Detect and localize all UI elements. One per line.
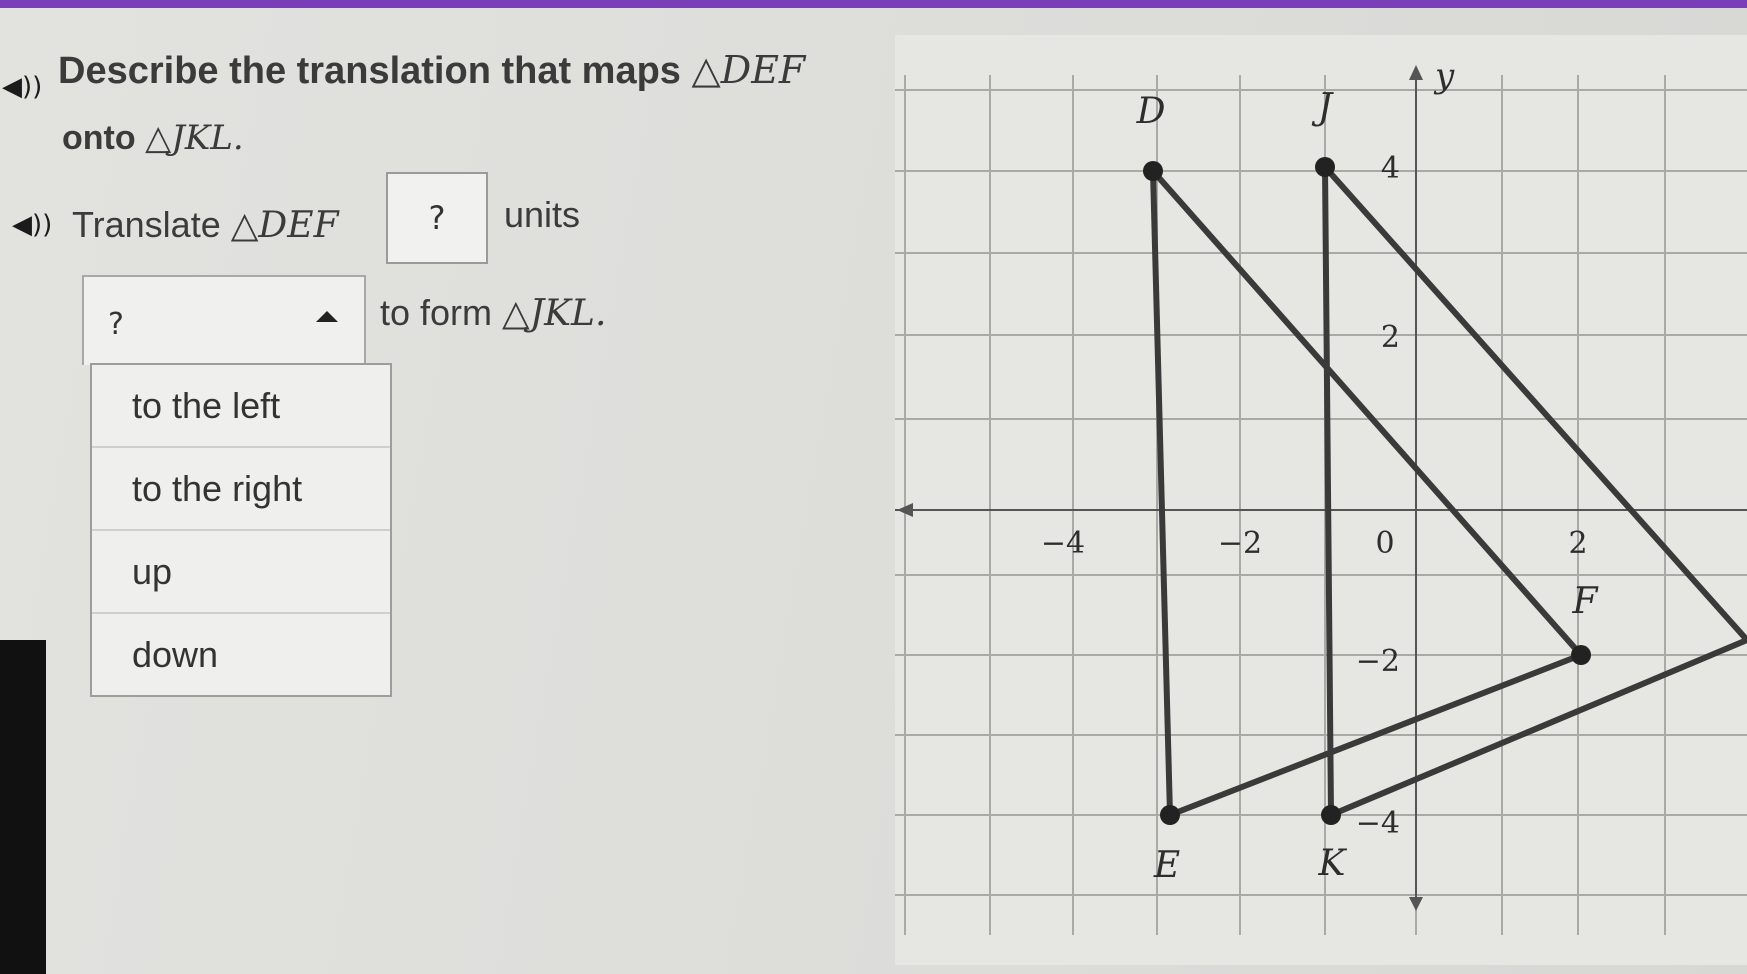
y-tick-4: 4 — [1381, 151, 1400, 186]
option-down[interactable]: down — [92, 614, 390, 695]
label-f: F — [1572, 581, 1600, 622]
label-d: D — [1136, 91, 1166, 132]
to-form-word: to form — [380, 292, 493, 333]
units-label: units — [504, 194, 581, 235]
units-answer-input[interactable]: ? — [386, 172, 488, 264]
translate-word: Translate — [72, 204, 221, 245]
point-e[interactable] — [1160, 805, 1180, 825]
label-k: K — [1318, 843, 1348, 884]
direction-dropdown[interactable]: ? — [82, 275, 366, 365]
point-j[interactable] — [1315, 157, 1335, 177]
question-line1: Describe the translation that maps — [58, 50, 681, 92]
translate-prompt: Translate △DEF — [72, 204, 339, 246]
y-tick-2: 2 — [1381, 320, 1400, 355]
x-tick-neg4: −4 — [1041, 526, 1085, 561]
option-left[interactable]: to the left — [92, 365, 390, 448]
x-tick-neg2: −2 — [1218, 526, 1262, 561]
question-line2: onto — [62, 119, 136, 157]
direction-menu: to the left to the right up down — [90, 363, 392, 697]
dropdown-selected: ? — [108, 307, 124, 342]
to-form-triangle: △JKL. — [502, 293, 607, 334]
speaker-icon[interactable]: ◀)) — [2, 72, 42, 102]
x-tick-0: 0 — [1375, 526, 1394, 561]
to-form-text: to form △JKL. — [380, 292, 606, 334]
point-f[interactable] — [1571, 645, 1591, 665]
triangle-jkl: △JKL. — [145, 118, 244, 158]
prompt-triangle: △DEF — [230, 205, 339, 246]
coordinate-graph: y −4 −2 0 2 4 2 −2 −4 D J E K F — [895, 35, 1747, 965]
y-tick-neg4: −4 — [1356, 806, 1400, 841]
option-up[interactable]: up — [92, 531, 390, 614]
triangle-def: △DEF — [691, 48, 806, 92]
question-text: Describe the translation that maps △DEF — [58, 48, 805, 93]
option-right[interactable]: to the right — [92, 448, 390, 531]
screen-bezel — [0, 640, 46, 974]
question-text-2: onto △JKL. — [62, 118, 244, 158]
label-e: E — [1153, 845, 1180, 886]
speaker-icon-2[interactable]: ◀)) — [12, 210, 52, 240]
y-tick-neg2: −2 — [1356, 644, 1400, 679]
x-tick-2: 2 — [1568, 526, 1587, 561]
top-accent-bar — [0, 0, 1747, 8]
point-d[interactable] — [1143, 161, 1163, 181]
chevron-up-icon — [316, 311, 338, 322]
y-axis-label: y — [1433, 56, 1455, 96]
point-k[interactable] — [1321, 805, 1341, 825]
